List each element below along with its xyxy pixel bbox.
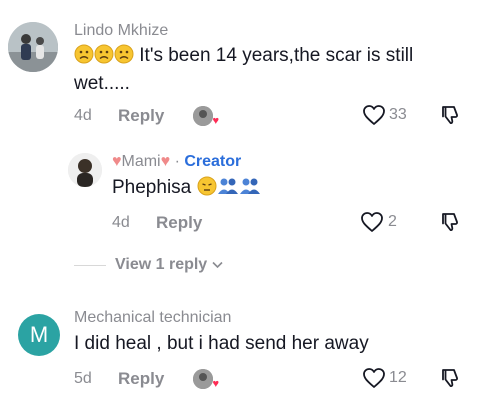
comment-text: I did heal , but i had send her away	[74, 333, 369, 354]
comment-text: It's been 14 years,the scar is still wet…	[74, 43, 464, 96]
creator-avatar-mini: ♥	[193, 106, 219, 127]
thumbs-down-icon	[442, 213, 458, 232]
sad-face-icon	[94, 44, 114, 71]
like-count: 33	[389, 106, 407, 123]
like-button[interactable]	[362, 104, 386, 131]
reply-button[interactable]: Reply	[156, 213, 202, 233]
heart-outline-icon	[361, 212, 383, 232]
dislike-button[interactable]	[439, 367, 461, 394]
dislike-button[interactable]	[439, 104, 461, 131]
avatar-photo-icon	[68, 153, 102, 187]
avatar-mechanical[interactable]: M	[18, 314, 60, 356]
like-count: 2	[388, 213, 397, 230]
avatar-letter: M	[29, 322, 49, 347]
avatar-mami[interactable]	[68, 153, 102, 187]
heart-icon: ♥	[212, 115, 219, 127]
heart-icon: ♥	[212, 378, 219, 390]
reply-age: 4d	[112, 214, 130, 231]
like-count: 12	[389, 369, 407, 386]
reply-author[interactable]: Mami	[122, 153, 161, 170]
view-replies-button[interactable]: View 1 reply	[115, 256, 223, 274]
sad-face-icon	[114, 44, 134, 71]
view-replies-divider	[74, 265, 106, 266]
reply-text-content: Phephisa	[112, 177, 192, 198]
thumbs-down-icon	[442, 369, 458, 388]
reply-button[interactable]: Reply	[118, 369, 164, 389]
two-people-icon	[217, 176, 239, 203]
sad-face-icon	[74, 44, 94, 71]
comment-author[interactable]: Mechanical technician	[74, 309, 231, 327]
creator-liked-indicator: ♥	[193, 106, 219, 131]
heart-outline-icon	[363, 105, 385, 125]
reply-button[interactable]: Reply	[118, 106, 164, 126]
comment-age: 4d	[74, 107, 92, 124]
comment-age: 5d	[74, 370, 92, 387]
comment-author[interactable]: Lindo Mkhize	[74, 22, 168, 40]
creator-badge: Creator	[184, 153, 242, 170]
view-replies-label: View 1 reply	[115, 256, 208, 273]
heart-outline-icon	[363, 368, 385, 388]
like-button[interactable]	[362, 367, 386, 394]
thumbs-down-icon	[442, 106, 458, 125]
creator-avatar-mini: ♥	[193, 369, 219, 390]
two-people-icon	[239, 176, 261, 203]
dislike-button[interactable]	[439, 211, 461, 238]
heart-icon: ♥	[112, 153, 122, 170]
pensive-face-icon	[197, 176, 217, 203]
heart-icon: ♥	[160, 153, 171, 170]
reply-author-line: ♥Mami♥ · Creator	[112, 153, 241, 171]
creator-liked-indicator: ♥	[193, 369, 219, 394]
reply-text: Phephisa	[112, 175, 261, 203]
avatar-lindo[interactable]	[8, 22, 58, 72]
badge-separator: ·	[174, 153, 180, 170]
chevron-down-icon	[212, 256, 223, 273]
avatar-photo-icon	[8, 22, 58, 72]
like-button[interactable]	[360, 211, 384, 238]
